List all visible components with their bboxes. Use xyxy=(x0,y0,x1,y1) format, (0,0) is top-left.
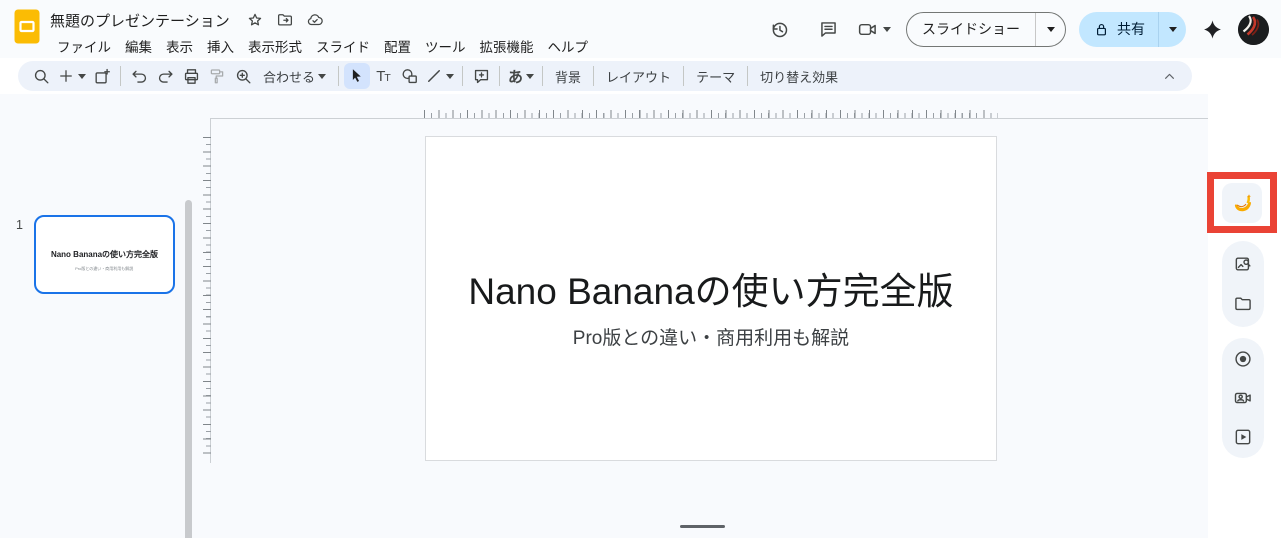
record-icon[interactable] xyxy=(1225,341,1261,377)
share-dropdown[interactable] xyxy=(1158,11,1186,47)
zoom-fit-caret-icon xyxy=(318,73,327,79)
text-box-tool[interactable]: TT xyxy=(370,63,396,89)
canvas-border-top xyxy=(210,118,1208,119)
menu-bar: ファイル 編集 表示 挿入 表示形式 スライド 配置 ツール 拡張機能 ヘルプ xyxy=(50,34,595,58)
nano-banana-extension-button[interactable] xyxy=(1222,182,1262,223)
menu-format[interactable]: 表示形式 xyxy=(241,34,309,58)
image-search-icon[interactable] xyxy=(1225,246,1261,282)
input-tools-caret-icon xyxy=(526,73,535,79)
share-button[interactable]: 共有 xyxy=(1079,11,1186,47)
slideshow-button[interactable]: スライドショー xyxy=(906,11,1066,47)
nano-banana-icon xyxy=(1234,193,1252,211)
zoom-in-icon[interactable] xyxy=(230,63,256,89)
rail-group-record xyxy=(1222,338,1264,458)
speaker-notes-drag-handle[interactable] xyxy=(680,525,725,528)
collapse-toolbar-chevron-icon[interactable] xyxy=(1156,63,1182,89)
search-menus-icon[interactable] xyxy=(28,63,54,89)
horizontal-ruler xyxy=(424,110,998,118)
star-icon[interactable] xyxy=(246,11,264,29)
zoom-fit-dropdown[interactable]: 合わせる xyxy=(256,63,333,89)
thumbnail-title: Nano Bananaの使い方完全版 xyxy=(50,250,159,259)
document-title[interactable]: 無題のプレゼンテーション xyxy=(50,10,234,31)
paint-format-icon[interactable] xyxy=(204,63,230,89)
select-cursor-tool[interactable] xyxy=(344,63,371,89)
line-tool-caret-icon[interactable] xyxy=(446,73,455,79)
new-slide-layout-icon[interactable] xyxy=(89,63,115,89)
thumbnail-subtitle: Pro版との違い・商用利用も解説 xyxy=(75,266,134,272)
shape-tool-icon[interactable] xyxy=(396,63,422,89)
transition-button[interactable]: 切り替え効果 xyxy=(753,63,845,89)
toolbar-separator xyxy=(499,66,501,86)
menu-arrange[interactable]: 配置 xyxy=(377,34,418,58)
layout-button[interactable]: レイアウト xyxy=(599,63,678,89)
input-tools-dropdown[interactable]: あ xyxy=(505,63,537,89)
filmstrip-scrollbar[interactable] xyxy=(185,200,192,538)
video-call-caret-icon[interactable] xyxy=(883,26,891,32)
app-header: 無題のプレゼンテーション ファイル 編集 表示 挿入 表示形式 スライド 配置 … xyxy=(0,0,1281,58)
menu-file[interactable]: ファイル xyxy=(50,34,118,58)
toolbar-separator xyxy=(593,66,595,86)
menu-slide[interactable]: スライド xyxy=(309,34,377,58)
new-slide-caret-icon[interactable] xyxy=(78,73,86,79)
slideshow-dropdown[interactable] xyxy=(1035,12,1065,46)
toolbar-separator xyxy=(683,66,685,86)
red-annotation-box xyxy=(1207,172,1277,233)
cloud-saved-icon[interactable] xyxy=(306,11,324,29)
move-folder-icon[interactable] xyxy=(276,11,294,29)
slideshow-label[interactable]: スライドショー xyxy=(907,13,1035,46)
slide-thumbnail-1[interactable]: Nano Bananaの使い方完全版 Pro版との違い・商用利用も解説 xyxy=(34,215,175,294)
redo-icon[interactable] xyxy=(152,63,178,89)
menu-insert[interactable]: 挿入 xyxy=(200,34,241,58)
slide-subtitle[interactable]: Pro版との違い・商用利用も解説 xyxy=(436,323,986,350)
insert-comment-icon[interactable] xyxy=(468,63,494,89)
print-icon[interactable] xyxy=(178,63,204,89)
slide-title[interactable]: Nano Bananaの使い方完全版 xyxy=(436,261,986,315)
menu-edit[interactable]: 編集 xyxy=(118,34,159,58)
menu-view[interactable]: 表示 xyxy=(159,34,200,58)
play-box-icon[interactable] xyxy=(1225,419,1261,455)
slide-canvas[interactable]: Nano Bananaの使い方完全版 Pro版との違い・商用利用も解説 xyxy=(425,136,997,461)
folder-icon[interactable] xyxy=(1225,286,1261,322)
undo-icon[interactable] xyxy=(126,63,152,89)
gemini-sparkle-icon[interactable] xyxy=(1195,9,1229,49)
comments-icon[interactable] xyxy=(808,9,848,49)
toolbar-separator xyxy=(462,66,464,86)
toolbar: 合わせる TT あ 背景 レイアウト テーマ 切り替え効果 xyxy=(18,61,1192,91)
vertical-ruler xyxy=(203,137,211,459)
menu-help[interactable]: ヘルプ xyxy=(541,34,596,58)
share-label: 共有 xyxy=(1117,21,1145,37)
background-button[interactable]: 背景 xyxy=(548,63,588,89)
video-call-button[interactable] xyxy=(857,19,891,40)
slide-number: 1 xyxy=(16,218,23,232)
toolbar-separator xyxy=(747,66,749,86)
theme-button[interactable]: テーマ xyxy=(689,63,742,89)
menu-tools[interactable]: ツール xyxy=(418,34,473,58)
account-avatar[interactable] xyxy=(1238,13,1269,45)
version-history-icon[interactable] xyxy=(759,9,799,49)
menu-extensions[interactable]: 拡張機能 xyxy=(473,34,541,58)
line-tool[interactable] xyxy=(422,63,457,89)
rail-group-insert xyxy=(1222,241,1264,327)
camera-person-icon[interactable] xyxy=(1225,380,1261,416)
toolbar-separator xyxy=(542,66,544,86)
slides-logo-icon[interactable] xyxy=(14,9,40,49)
toolbar-separator xyxy=(120,66,121,86)
toolbar-separator xyxy=(338,66,340,86)
new-slide-button[interactable] xyxy=(54,63,89,89)
